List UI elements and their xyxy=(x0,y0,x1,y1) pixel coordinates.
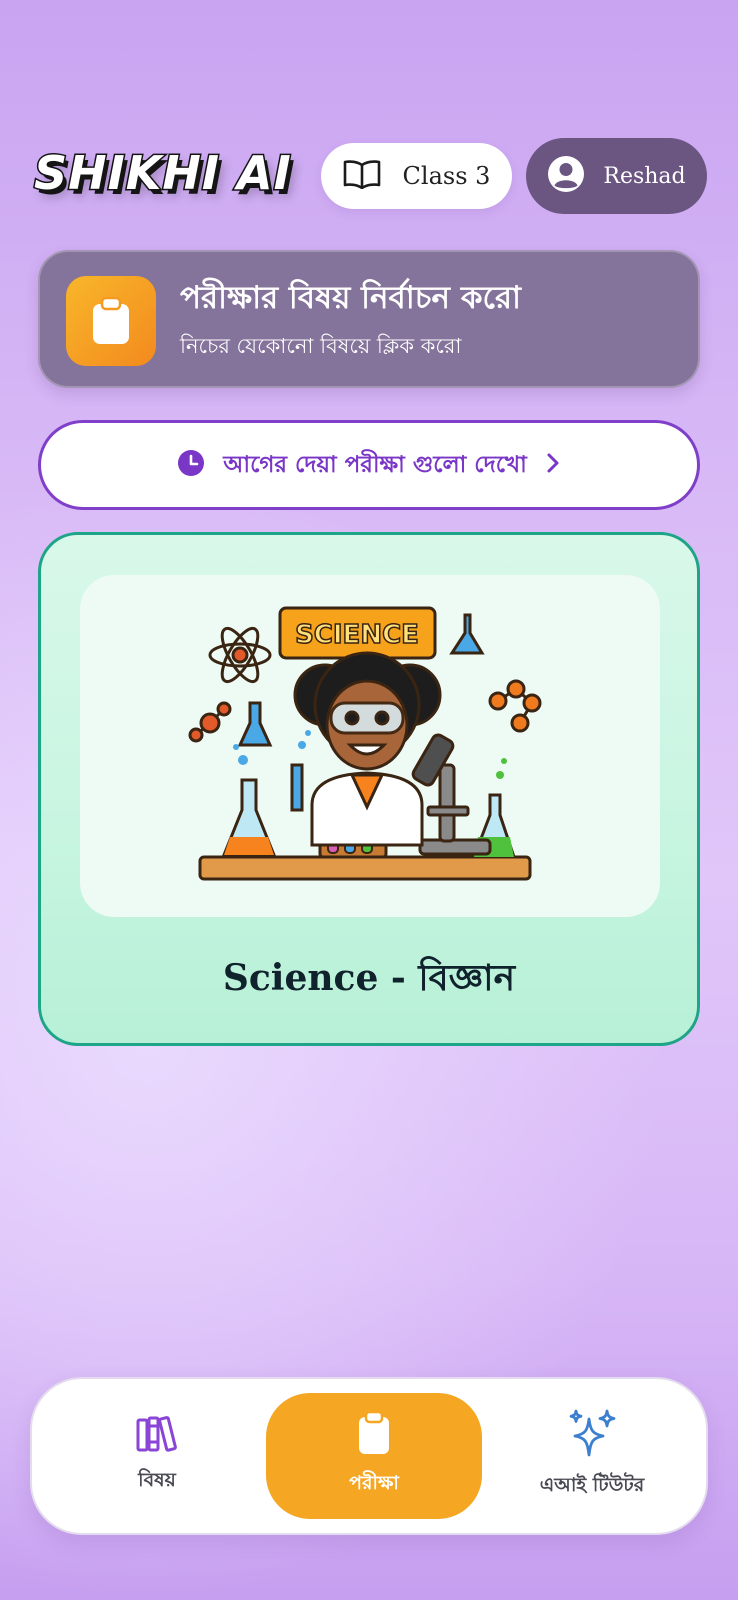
nav-label-subjects: বিষয় xyxy=(138,1469,176,1491)
nav-label-ai-tutor: এআই টিউটর xyxy=(539,1474,645,1496)
books-icon xyxy=(135,1414,179,1456)
user-name: Reshad xyxy=(603,163,686,189)
science-illustration: SCIENCE xyxy=(80,575,660,917)
class-selector-button[interactable]: Class 3 xyxy=(321,143,512,209)
clipboard-icon xyxy=(358,1410,390,1459)
user-avatar-icon xyxy=(547,155,585,197)
info-subtitle: নিচের যেকোনো বিষয়ে ক্লিক করো xyxy=(180,334,462,358)
clock-icon xyxy=(177,449,205,481)
previous-exams-label: আগের দেয়া পরীক্ষা গুলো দেখো xyxy=(223,451,527,478)
nav-label-exam: পরীক্ষা xyxy=(349,1472,399,1494)
previous-exams-button[interactable]: আগের দেয়া পরীক্ষা গুলো দেখো xyxy=(38,420,700,510)
nav-item-ai-tutor[interactable]: এআই টিউটর xyxy=(502,1393,682,1519)
class-label: Class 3 xyxy=(402,162,491,190)
info-title: পরীক্ষার বিষয় নির্বাচন করো xyxy=(180,280,522,316)
bottom-navigation: বিষয় পরীক্ষা এআই টিউটর xyxy=(30,1377,708,1535)
open-book-icon xyxy=(343,159,381,193)
subject-label: Science - বিজ্ঞান xyxy=(222,957,516,999)
user-profile-button[interactable]: Reshad xyxy=(526,138,707,214)
clipboard-icon xyxy=(66,276,156,366)
sparkles-icon xyxy=(567,1409,617,1461)
exam-subject-info-card: পরীক্ষার বিষয় নির্বাচন করো নিচের যেকোনো… xyxy=(38,250,700,388)
nav-item-exam[interactable]: পরীক্ষা xyxy=(266,1393,482,1519)
science-banner-text: SCIENCE xyxy=(295,620,419,650)
subject-card-science[interactable]: SCIENCE Science - বিজ্ঞান xyxy=(38,532,700,1046)
nav-item-subjects[interactable]: বিষয় xyxy=(72,1393,242,1519)
app-logo: SHIKHI AI xyxy=(33,145,293,202)
chevron-right-icon xyxy=(545,451,561,479)
